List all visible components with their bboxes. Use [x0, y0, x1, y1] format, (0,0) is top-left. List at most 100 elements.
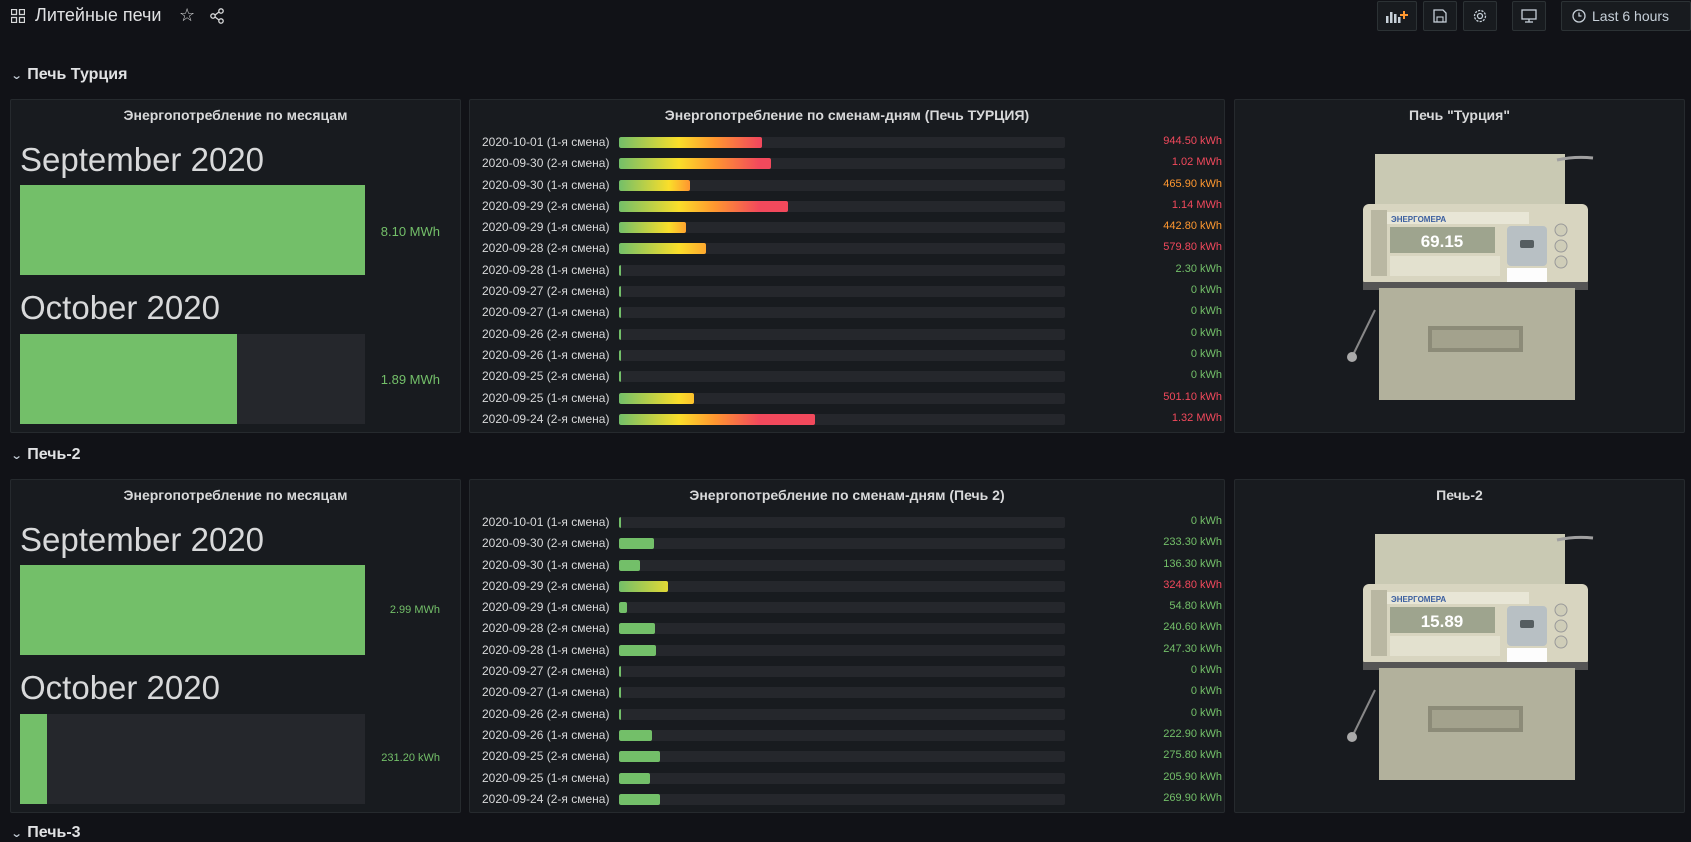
shift-row: 2020-09-27 (1-я смена) 0 kWh [482, 682, 1222, 703]
meter-info-plate [1390, 256, 1500, 276]
month-value: 8.10 MWh [380, 224, 440, 239]
shift-bar-track [619, 687, 1065, 699]
meter-display-value: 69.15 [1421, 232, 1464, 251]
shift-label: 2020-09-24 (2-я смена) [482, 411, 610, 426]
chevron-down-icon: ⌄ [10, 827, 23, 840]
shift-bar-fill [619, 559, 640, 571]
meter-seal-wire [1352, 309, 1376, 356]
shift-label: 2020-09-27 (1-я смена) [482, 685, 610, 700]
shift-bar-track [619, 158, 1065, 170]
meter-button [1554, 223, 1568, 237]
panel-title[interactable]: Энергопотребление по сменам-дням (Печь Т… [470, 107, 1224, 123]
meter-seal [1347, 732, 1357, 742]
month-label: October 2020 [20, 669, 220, 706]
panel-title[interactable]: Энергопотребление по месяцам [11, 487, 460, 503]
clock-icon [1572, 9, 1586, 23]
meter-button [1554, 255, 1568, 269]
shift-label: 2020-10-01 (1-я смена) [482, 515, 610, 529]
month-gauge-fill [20, 714, 47, 804]
chevron-down-icon: ⌄ [10, 449, 23, 462]
dashboard-title[interactable]: Литейные печи [35, 5, 161, 26]
shift-label: 2020-09-25 (2-я смена) [482, 749, 610, 764]
meter-wire [1556, 535, 1594, 542]
shift-bar-track [619, 666, 1065, 678]
shift-row: 2020-10-01 (1-я смена) 944.50 kWh [482, 132, 1222, 153]
shift-value: 0 kWh [1190, 326, 1222, 339]
shift-value: 1.32 MWh [1171, 411, 1222, 424]
image-panel: Печь-2 ЭНЕРГОМЕРА 15.89 [1234, 479, 1685, 813]
row-header-furnace-3[interactable]: ⌄ Печь-3 [10, 824, 81, 842]
dashboard-grid-icon[interactable] [11, 9, 25, 23]
meter-window-inner [1432, 710, 1519, 728]
meter-seal-wire [1352, 689, 1376, 736]
row-title: Печь-2 [27, 446, 81, 463]
meter-brand-text: ЭНЕРГОМЕРА [1391, 595, 1446, 604]
star-icon[interactable]: ☆ [179, 5, 195, 26]
meter-wire [1556, 155, 1594, 162]
shift-row: 2020-09-26 (1-я смена) 0 kWh [482, 345, 1222, 366]
panel-title[interactable]: Печь "Турция" [1235, 107, 1684, 123]
shift-bar-track [619, 623, 1065, 635]
shift-bar-fill [619, 538, 654, 550]
meter-button [1554, 635, 1568, 649]
month-value: 231.20 kWh [381, 752, 440, 764]
shift-bar-fill [619, 687, 621, 699]
shift-row: 2020-09-28 (2-я смена) 240.60 kWh [482, 618, 1222, 639]
shift-value: 247.30 kWh [1163, 642, 1222, 655]
time-range-picker[interactable]: Last 6 hours [1561, 1, 1691, 31]
shift-bar-track [619, 772, 1065, 784]
panel-title[interactable]: Энергопотребление по сменам-дням (Печь 2… [470, 487, 1224, 503]
shift-row: 2020-09-28 (1-я смена) 2.30 kWh [482, 260, 1222, 281]
row-header-furnace-2[interactable]: ⌄ Печь-2 [10, 446, 81, 464]
shift-label: 2020-09-26 (2-я смена) [482, 326, 610, 341]
shift-value: 275.80 kWh [1163, 749, 1222, 762]
shift-bar-track [619, 137, 1065, 148]
shift-row: 2020-09-26 (2-я смена) 0 kWh [482, 324, 1222, 345]
shift-value: 136.30 kWh [1163, 557, 1222, 570]
shift-row: 2020-09-26 (2-я смена) 0 kWh [482, 704, 1222, 725]
shift-label: 2020-09-28 (2-я смена) [482, 621, 610, 636]
shift-row: 2020-09-28 (2-я смена) 579.80 kWh [482, 238, 1222, 259]
gear-icon [1473, 9, 1487, 23]
panel-title[interactable]: Печь-2 [1235, 487, 1684, 503]
shift-row: 2020-09-27 (1-я смена) 0 kWh [482, 302, 1222, 323]
shift-value: 222.90 kWh [1163, 727, 1222, 740]
shift-bar-track [619, 179, 1065, 191]
shift-bar-fill [619, 413, 816, 425]
shift-row: 2020-09-24 (2-я смена) 1.32 MWh [482, 409, 1222, 430]
shift-bar-track [619, 517, 1065, 528]
shift-label: 2020-10-01 (1-я смена) [482, 135, 610, 149]
shift-bar-fill [619, 158, 771, 170]
shift-value: 465.90 kWh [1163, 177, 1222, 190]
shift-label: 2020-09-30 (1-я смена) [482, 557, 610, 572]
shift-bar-fill [619, 751, 661, 763]
panel-title[interactable]: Энергопотребление по месяцам [11, 107, 460, 123]
shift-bar-fill [619, 222, 686, 234]
save-dashboard-button[interactable] [1423, 1, 1457, 31]
shift-label: 2020-09-28 (1-я смена) [482, 262, 610, 277]
meter-seal [1347, 352, 1357, 362]
shift-label: 2020-09-29 (2-я смена) [482, 198, 610, 213]
month-gauge [20, 714, 365, 804]
shift-value: 205.90 kWh [1163, 770, 1222, 783]
shift-row: 2020-09-30 (2-я смена) 233.30 kWh [482, 533, 1222, 554]
shift-bar-fill [619, 517, 621, 528]
row-header-turkey[interactable]: ⌄ Печь Турция [11, 66, 128, 84]
electric-meter-image: ЭНЕРГОМЕРА 69.15 [1347, 154, 1594, 400]
shift-bar-fill [619, 708, 621, 720]
add-panel-button[interactable] [1377, 1, 1417, 31]
shift-bar-fill [619, 328, 621, 340]
tv-mode-button[interactable] [1512, 1, 1546, 31]
shift-row: 2020-09-25 (2-я смена) 0 kWh [482, 366, 1222, 387]
shift-bar-track [619, 200, 1065, 212]
dashboard-navbar: Литейные печи ☆ Last 6 hours [0, 0, 1691, 34]
settings-button[interactable] [1463, 1, 1497, 31]
month-label: September 2020 [20, 141, 265, 178]
share-icon[interactable] [209, 8, 225, 24]
months-panel: Энергопотребление по месяцам September 2… [10, 99, 461, 433]
meter-port-slot [1520, 620, 1534, 628]
meter-side-panel [1371, 210, 1387, 276]
shift-value: 269.90 kWh [1163, 791, 1222, 804]
shift-value: 233.30 kWh [1163, 536, 1222, 549]
shift-row: 2020-09-26 (1-я смена) 222.90 kWh [482, 725, 1222, 746]
